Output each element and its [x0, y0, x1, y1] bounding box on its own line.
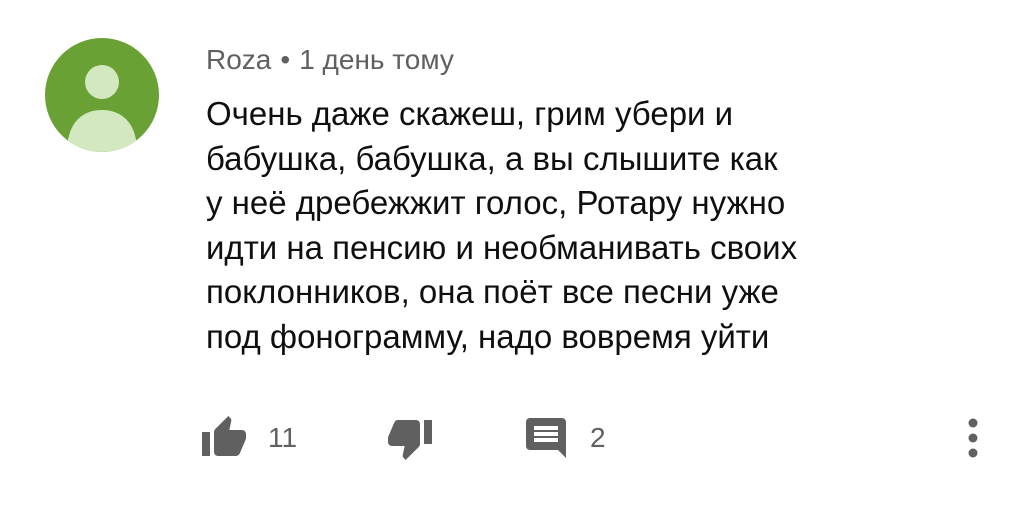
more-vert-icon: [968, 418, 978, 458]
like-button[interactable]: 11: [200, 414, 386, 462]
thumb-down-icon: [388, 420, 432, 460]
comment-text: Очень даже скажеш, грим убери и бабушка,…: [206, 95, 798, 355]
author-name[interactable]: Roza: [206, 44, 271, 76]
dislike-button[interactable]: [386, 414, 522, 462]
comment-header: Roza • 1 день тому: [206, 40, 454, 80]
separator-dot: •: [280, 44, 291, 75]
more-options-button[interactable]: [958, 410, 988, 466]
comment: Roza • 1 день тому Очень даже скажеш, гр…: [0, 0, 1024, 508]
thumb-up-icon: [202, 416, 246, 456]
timestamp[interactable]: 1 день тому: [299, 44, 454, 76]
comment-icon: [526, 418, 566, 458]
default-avatar-icon: [45, 38, 159, 152]
avatar[interactable]: [45, 38, 159, 152]
reply-count: 2: [590, 422, 606, 453]
replies-button[interactable]: 2: [522, 414, 606, 462]
comment-actions: 11 2: [200, 410, 606, 466]
like-count: 11: [268, 422, 298, 453]
